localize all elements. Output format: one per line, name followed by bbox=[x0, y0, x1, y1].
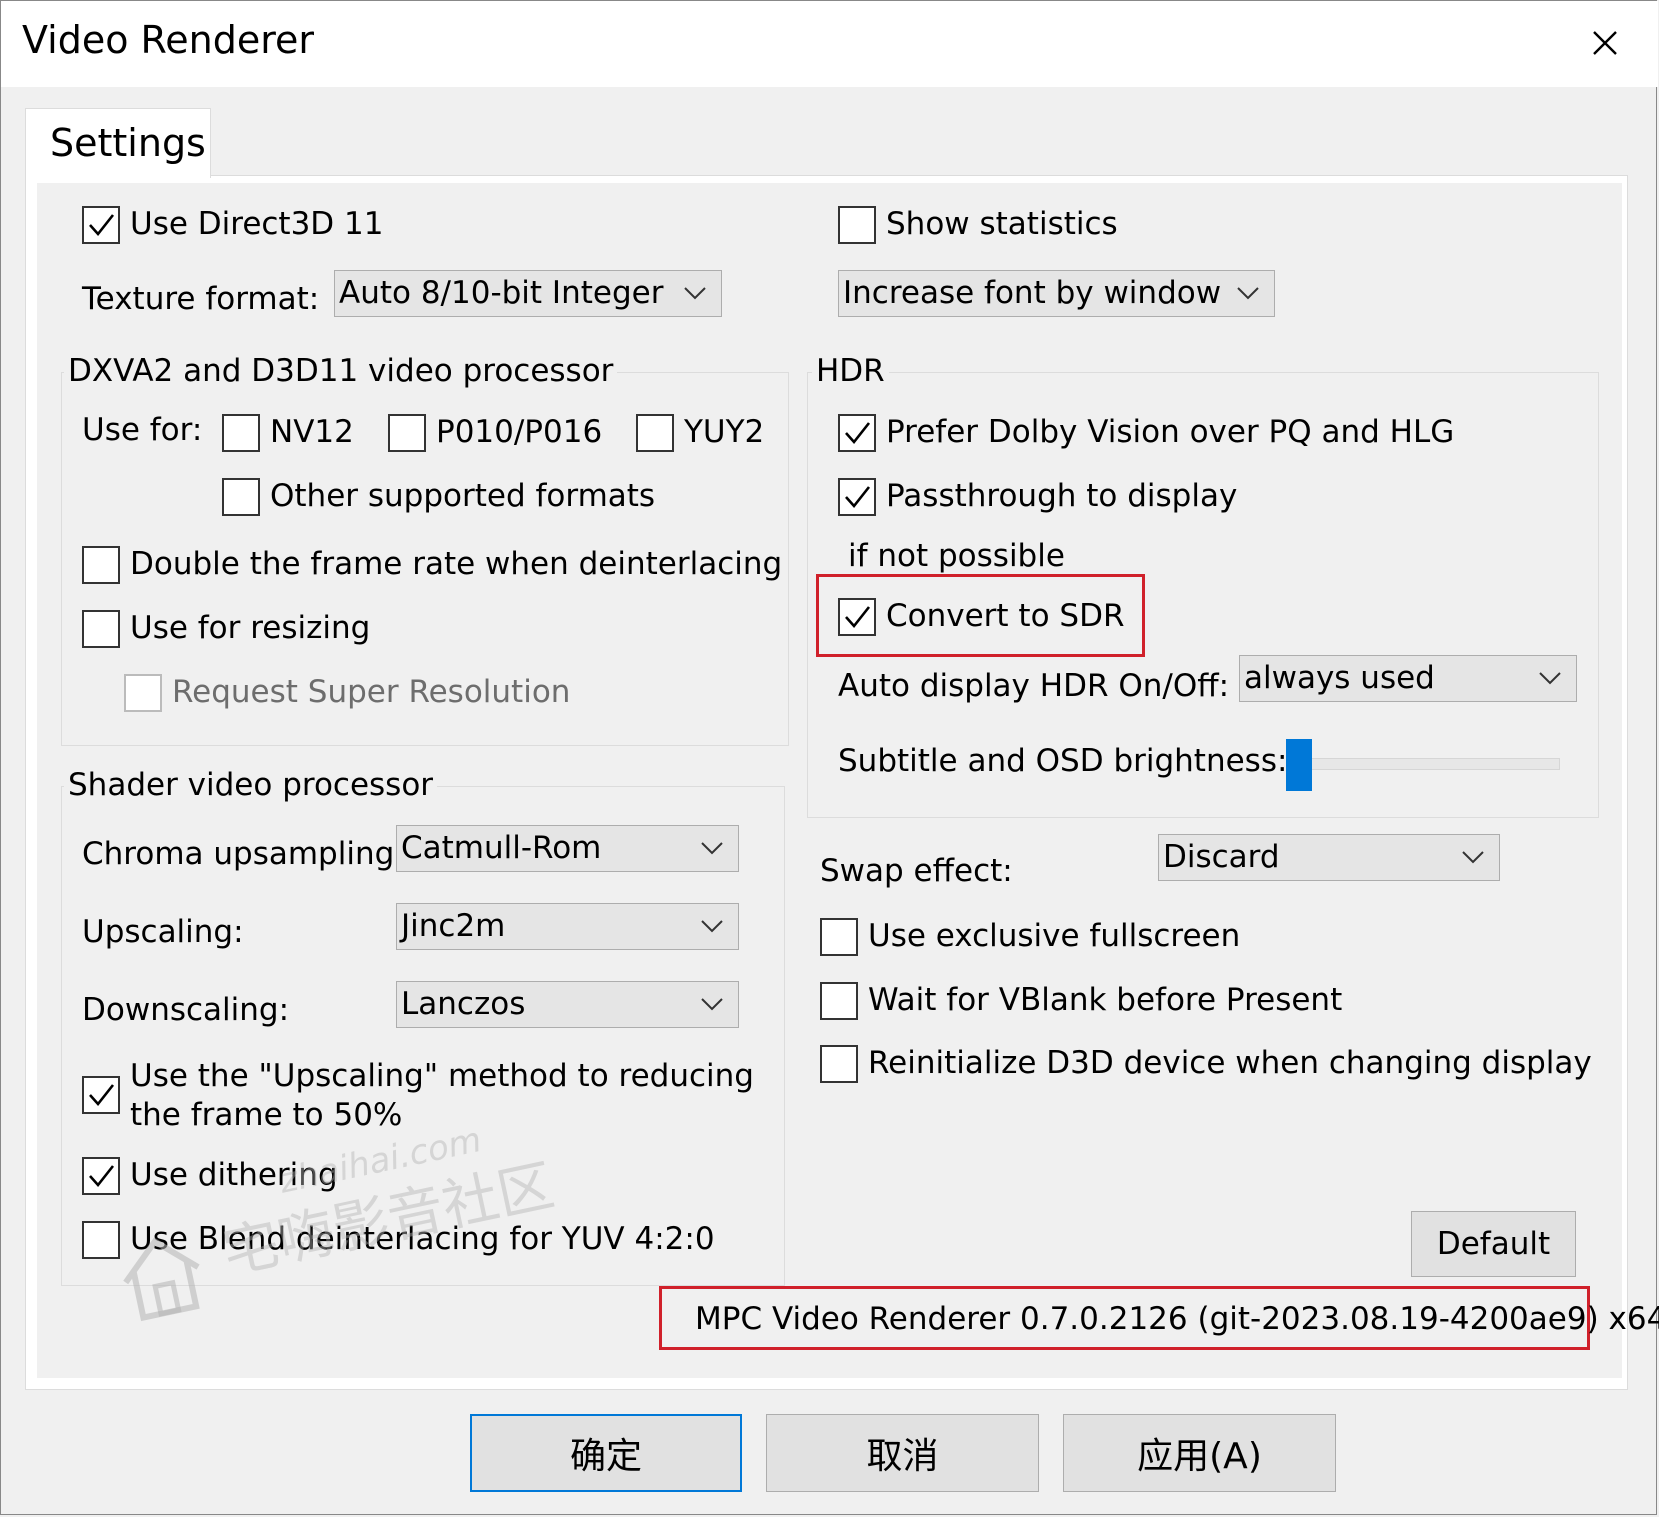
texture-format-value: Auto 8/10-bit Integer bbox=[339, 275, 664, 311]
show-statistics-checkbox[interactable] bbox=[838, 206, 876, 244]
convert-sdr-checkbox[interactable] bbox=[838, 598, 876, 636]
other-formats-label: Other supported formats bbox=[270, 478, 656, 514]
texture-format-label: Texture format: bbox=[82, 281, 320, 317]
close-icon bbox=[1593, 31, 1617, 55]
super-resolution-checkbox[interactable] bbox=[124, 674, 162, 712]
p010-label: P010/P016 bbox=[436, 414, 603, 450]
exclusive-fullscreen-label: Use exclusive fullscreen bbox=[868, 918, 1241, 954]
font-mode-select[interactable]: Increase font by window bbox=[838, 270, 1275, 317]
yuy2-checkbox[interactable] bbox=[636, 414, 674, 452]
upscaling-reduce-label-line2: the frame to 50% bbox=[130, 1097, 403, 1133]
hdr-group-title: HDR bbox=[812, 353, 889, 389]
dxva-group-title: DXVA2 and D3D11 video processor bbox=[64, 353, 618, 389]
auto-hdr-value: always used bbox=[1244, 660, 1435, 696]
reinitialize-d3d-label: Reinitialize D3D device when changing di… bbox=[868, 1045, 1592, 1081]
apply-button[interactable]: 应用(A) bbox=[1063, 1414, 1336, 1492]
checkmark-icon bbox=[89, 1165, 115, 1188]
reinitialize-d3d-checkbox[interactable] bbox=[820, 1045, 858, 1083]
double-frame-rate-label: Double the frame rate when deinterlacing bbox=[130, 546, 783, 582]
vblank-checkbox[interactable] bbox=[820, 982, 858, 1020]
use-for-resizing-label: Use for resizing bbox=[130, 610, 371, 646]
yuy2-label: YUY2 bbox=[684, 414, 765, 450]
show-statistics-label: Show statistics bbox=[886, 206, 1118, 242]
default-button[interactable]: Default bbox=[1411, 1211, 1576, 1277]
checkmark-icon bbox=[845, 606, 871, 629]
brightness-label: Subtitle and OSD brightness: bbox=[838, 743, 1288, 779]
p010-checkbox[interactable] bbox=[388, 414, 426, 452]
auto-hdr-label: Auto display HDR On/Off: bbox=[838, 668, 1230, 704]
upscaling-value: Jinc2m bbox=[401, 908, 506, 944]
brightness-slider-track[interactable] bbox=[1286, 758, 1560, 770]
upscaling-label: Upscaling: bbox=[82, 914, 244, 950]
ok-button[interactable]: 确定 bbox=[470, 1414, 742, 1492]
chevron-down-icon bbox=[1237, 287, 1259, 300]
swap-effect-select[interactable]: Discard bbox=[1158, 834, 1500, 881]
chroma-upsampling-value: Catmull-Rom bbox=[401, 830, 602, 866]
cancel-button[interactable]: 取消 bbox=[766, 1414, 1039, 1492]
texture-format-select[interactable]: Auto 8/10-bit Integer bbox=[334, 270, 722, 317]
downscaling-select[interactable]: Lanczos bbox=[396, 981, 739, 1028]
downscaling-value: Lanczos bbox=[401, 986, 526, 1022]
checkmark-icon bbox=[845, 486, 871, 509]
nv12-label: NV12 bbox=[270, 414, 354, 450]
version-label: MPC Video Renderer 0.7.0.2126 (git-2023.… bbox=[695, 1301, 1659, 1337]
close-button[interactable] bbox=[1570, 14, 1640, 72]
font-mode-value: Increase font by window bbox=[843, 275, 1222, 311]
use-d3d11-checkbox[interactable] bbox=[82, 206, 120, 244]
chevron-down-icon bbox=[701, 998, 723, 1011]
upscaling-select[interactable]: Jinc2m bbox=[396, 903, 739, 950]
checkmark-icon bbox=[89, 1084, 115, 1107]
prefer-dolby-vision-label: Prefer Dolby Vision over PQ and HLG bbox=[886, 414, 1455, 450]
passthrough-checkbox[interactable] bbox=[838, 478, 876, 516]
chroma-upsampling-select[interactable]: Catmull-Rom bbox=[396, 825, 739, 872]
checkmark-icon bbox=[89, 214, 115, 237]
convert-sdr-label: Convert to SDR bbox=[886, 598, 1125, 634]
prefer-dolby-vision-checkbox[interactable] bbox=[838, 414, 876, 452]
use-d3d11-label: Use Direct3D 11 bbox=[130, 206, 384, 242]
nv12-checkbox[interactable] bbox=[222, 414, 260, 452]
if-not-possible-label: if not possible bbox=[848, 538, 1065, 574]
window-title: Video Renderer bbox=[22, 18, 314, 62]
dithering-checkbox[interactable] bbox=[82, 1157, 120, 1195]
other-formats-checkbox[interactable] bbox=[222, 478, 260, 516]
chevron-down-icon bbox=[1462, 851, 1484, 864]
upscaling-reduce-checkbox[interactable] bbox=[82, 1076, 120, 1114]
use-for-label: Use for: bbox=[82, 412, 203, 448]
chevron-down-icon bbox=[701, 842, 723, 855]
use-for-resizing-checkbox[interactable] bbox=[82, 610, 120, 648]
double-frame-rate-checkbox[interactable] bbox=[82, 546, 120, 584]
vblank-label: Wait for VBlank before Present bbox=[868, 982, 1343, 1018]
super-resolution-label: Request Super Resolution bbox=[172, 674, 571, 710]
downscaling-label: Downscaling: bbox=[82, 992, 290, 1028]
checkmark-icon bbox=[845, 422, 871, 445]
chroma-upsampling-label: Chroma upsampling: bbox=[82, 836, 405, 872]
chevron-down-icon bbox=[1539, 672, 1561, 685]
chevron-down-icon bbox=[701, 920, 723, 933]
tab-settings[interactable]: Settings bbox=[25, 108, 211, 178]
auto-hdr-select[interactable]: always used bbox=[1239, 655, 1577, 702]
upscaling-reduce-label-line1: Use the "Upscaling" method to reducing bbox=[130, 1058, 754, 1094]
passthrough-label: Passthrough to display bbox=[886, 478, 1238, 514]
exclusive-fullscreen-checkbox[interactable] bbox=[820, 918, 858, 956]
swap-effect-label: Swap effect: bbox=[820, 853, 1013, 889]
tab-settings-label: Settings bbox=[50, 121, 206, 165]
brightness-slider-thumb[interactable] bbox=[1286, 739, 1312, 791]
swap-effect-value: Discard bbox=[1163, 839, 1280, 875]
house-logo-icon bbox=[123, 1237, 200, 1322]
chevron-down-icon bbox=[684, 287, 706, 300]
shader-group-title: Shader video processor bbox=[64, 767, 438, 803]
